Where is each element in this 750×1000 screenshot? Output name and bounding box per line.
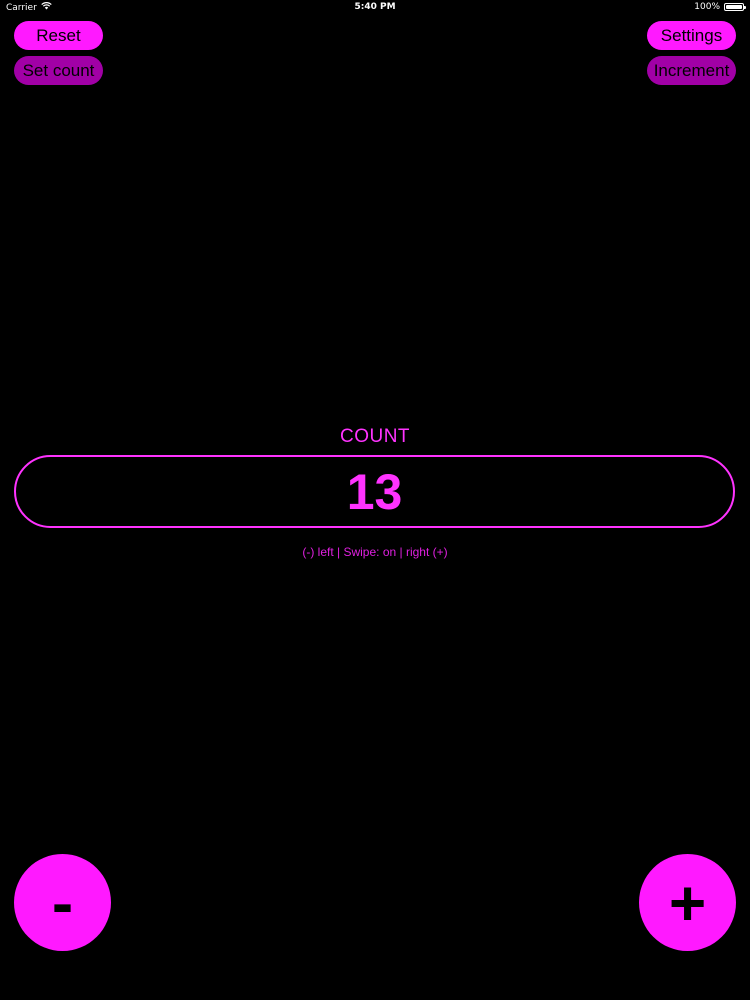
status-bar: Carrier 5:40 PM 100%: [0, 0, 750, 16]
battery-percent: 100%: [694, 2, 720, 12]
decrement-button[interactable]: -: [14, 854, 111, 951]
count-display[interactable]: 13: [14, 455, 735, 528]
increment-button[interactable]: Increment: [647, 56, 736, 85]
status-right: 100%: [694, 2, 746, 12]
status-time: 5:40 PM: [354, 2, 396, 12]
count-label: COUNT: [339, 426, 411, 447]
set-count-button[interactable]: Set count: [14, 56, 103, 85]
swipe-hint: (-) left | Swipe: on | right (+): [302, 545, 448, 559]
count-value: 13: [346, 463, 403, 520]
settings-button[interactable]: Settings: [647, 21, 736, 50]
battery-icon: [724, 3, 746, 11]
plus-button[interactable]: +: [639, 854, 736, 951]
reset-button[interactable]: Reset: [14, 21, 103, 50]
